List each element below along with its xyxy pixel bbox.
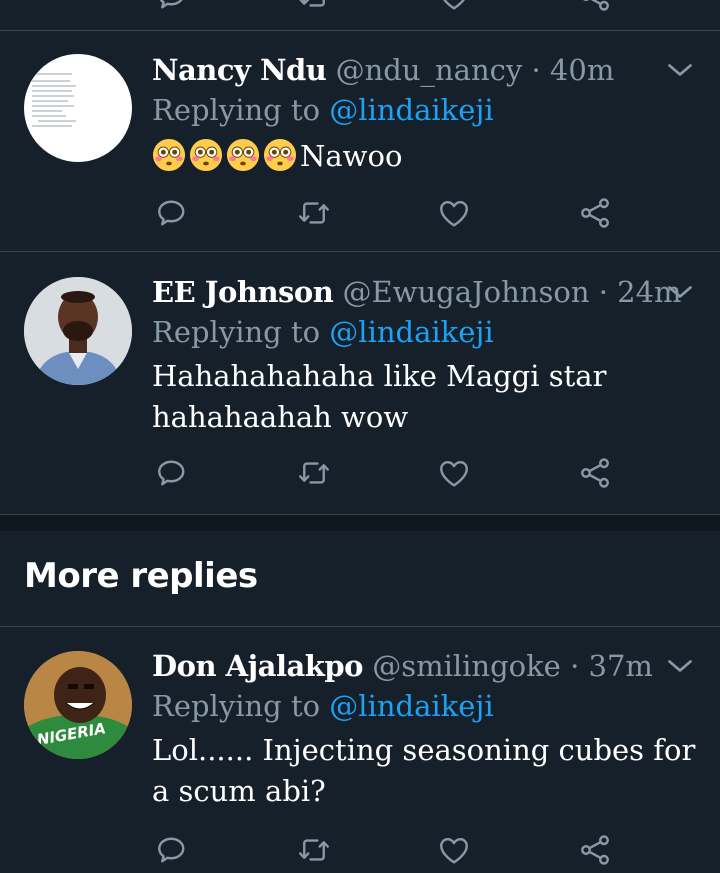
username[interactable]: @ndu_nancy xyxy=(336,53,523,87)
share-icon[interactable] xyxy=(577,455,613,491)
replying-label: Replying to xyxy=(152,315,321,349)
tweet-body: Nawoo xyxy=(300,139,403,173)
flushed-face-icon xyxy=(189,138,223,172)
tweet-text: Nawoo xyxy=(152,136,697,177)
flushed-face-icon xyxy=(152,138,186,172)
divider xyxy=(0,30,720,31)
like-icon[interactable] xyxy=(436,195,472,231)
retweet-icon[interactable] xyxy=(296,455,332,491)
replying-to: Replying to @lindaikeji xyxy=(152,688,494,724)
like-icon[interactable] xyxy=(436,0,472,14)
username[interactable]: @smilingoke xyxy=(372,649,561,683)
replying-to: Replying to @lindaikeji xyxy=(152,92,494,128)
divider xyxy=(0,626,720,627)
chevron-down-icon[interactable] xyxy=(662,648,698,684)
username[interactable]: @EwugaJohnson xyxy=(343,275,590,309)
timestamp[interactable]: · 40m xyxy=(531,53,614,87)
replying-to: Replying to @lindaikeji xyxy=(152,314,494,350)
display-name[interactable]: EE Johnson xyxy=(152,275,334,309)
tweet-actions xyxy=(0,195,720,229)
retweet-icon[interactable] xyxy=(296,0,332,14)
section-separator xyxy=(0,515,720,531)
display-name[interactable]: Don Ajalakpo xyxy=(152,649,363,683)
avatar[interactable]: NIGERIA xyxy=(24,651,132,759)
tweet-don-ajalakpo[interactable]: NIGERIA Don Ajalakpo @smilingoke · 37m R… xyxy=(0,648,720,873)
section-heading: More replies xyxy=(24,556,258,596)
partial-actions-row xyxy=(0,0,720,12)
tweet-body: Hahahahahaha like Maggi star hahahaahah … xyxy=(152,359,607,434)
reply-icon[interactable] xyxy=(154,195,190,231)
reply-icon[interactable] xyxy=(154,0,190,14)
flushed-face-icon xyxy=(226,138,260,172)
mention-link[interactable]: @lindaikeji xyxy=(329,93,493,127)
tweet-header: Nancy Ndu @ndu_nancy · 40m xyxy=(152,52,614,88)
tweet-ee-johnson[interactable]: EE Johnson @EwugaJohnson · 24m Replying … xyxy=(0,274,720,514)
share-icon[interactable] xyxy=(577,0,613,14)
avatar[interactable] xyxy=(24,277,132,385)
timestamp[interactable]: · 37m xyxy=(570,649,653,683)
like-icon[interactable] xyxy=(436,455,472,491)
mention-link[interactable]: @lindaikeji xyxy=(329,315,493,349)
retweet-icon[interactable] xyxy=(296,195,332,231)
chevron-down-icon[interactable] xyxy=(662,274,698,310)
reply-icon[interactable] xyxy=(154,455,190,491)
divider xyxy=(0,251,720,252)
tweet-actions xyxy=(0,455,720,489)
tweet-header: EE Johnson @EwugaJohnson · 24m xyxy=(152,274,682,310)
replying-label: Replying to xyxy=(152,689,321,723)
avatar[interactable] xyxy=(24,54,132,162)
tweet-actions xyxy=(0,832,720,866)
tweet-body: Lol...... Injecting seasoning cubes for … xyxy=(152,733,696,808)
display-name[interactable]: Nancy Ndu xyxy=(152,53,327,87)
reply-icon[interactable] xyxy=(154,832,190,868)
replying-label: Replying to xyxy=(152,93,321,127)
tweet-header: Don Ajalakpo @smilingoke · 37m xyxy=(152,648,653,684)
like-icon[interactable] xyxy=(436,832,472,868)
retweet-icon[interactable] xyxy=(296,832,332,868)
tweet-nancy-ndu[interactable]: Nancy Ndu @ndu_nancy · 40m Replying to @… xyxy=(0,52,720,252)
flushed-face-emoji-row xyxy=(152,138,300,173)
mention-link[interactable]: @lindaikeji xyxy=(329,689,493,723)
flushed-face-icon xyxy=(263,138,297,172)
share-icon[interactable] xyxy=(577,195,613,231)
chevron-down-icon[interactable] xyxy=(662,52,698,88)
share-icon[interactable] xyxy=(577,832,613,868)
